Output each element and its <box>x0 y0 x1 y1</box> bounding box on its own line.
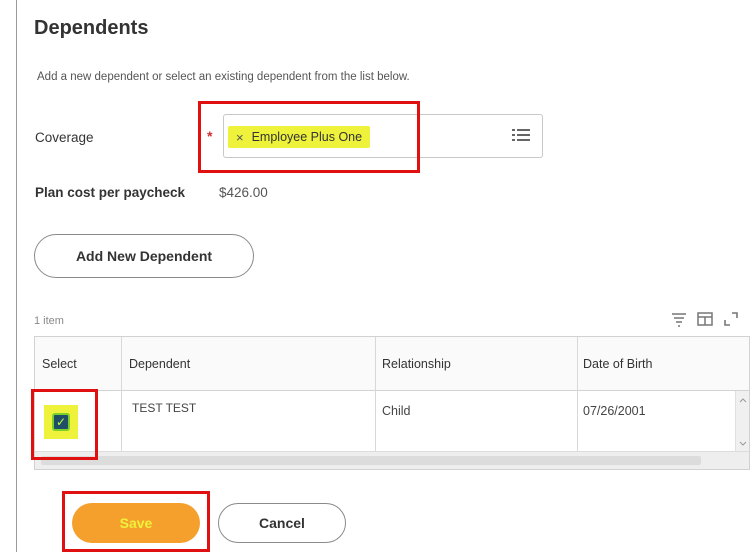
column-header-relationship[interactable]: Relationship <box>382 357 451 371</box>
save-annotation-box <box>62 491 210 552</box>
checkbox-annotation-box <box>31 389 98 460</box>
add-new-dependent-button[interactable]: Add New Dependent <box>34 234 254 278</box>
fullscreen-icon[interactable] <box>722 310 740 328</box>
column-header-select[interactable]: Select <box>42 357 77 371</box>
horizontal-scrollbar[interactable] <box>35 451 749 469</box>
grid-column-dependent <box>122 337 376 453</box>
page-subtitle: Add a new dependent or select an existin… <box>37 71 410 83</box>
dependent-relationship: Child <box>382 404 411 418</box>
dependent-name: TEST TEST <box>132 401 197 415</box>
dependent-date-of-birth: 07/26/2001 <box>583 404 646 418</box>
plan-cost-value: $426.00 <box>219 185 268 200</box>
column-header-dependent[interactable]: Dependent <box>129 357 190 371</box>
vertical-scrollbar[interactable] <box>735 391 749 453</box>
item-count: 1 item <box>34 315 64 327</box>
page-title: Dependents <box>34 17 149 39</box>
coverage-annotation-box <box>198 101 420 173</box>
plan-cost-label: Plan cost per paycheck <box>35 185 186 200</box>
grid-toolbar <box>670 310 740 328</box>
horizontal-scroll-thumb[interactable] <box>41 456 701 465</box>
cancel-button[interactable]: Cancel <box>218 503 346 543</box>
list-icon[interactable] <box>512 127 530 143</box>
grid-column-relationship <box>376 337 578 453</box>
column-header-date-of-birth[interactable]: Date of Birth <box>583 357 652 371</box>
coverage-label: Coverage <box>35 130 94 145</box>
columns-icon[interactable] <box>696 310 714 328</box>
dependents-grid: Select Dependent Relationship Date of Bi… <box>34 336 750 470</box>
filter-icon[interactable] <box>670 310 688 328</box>
